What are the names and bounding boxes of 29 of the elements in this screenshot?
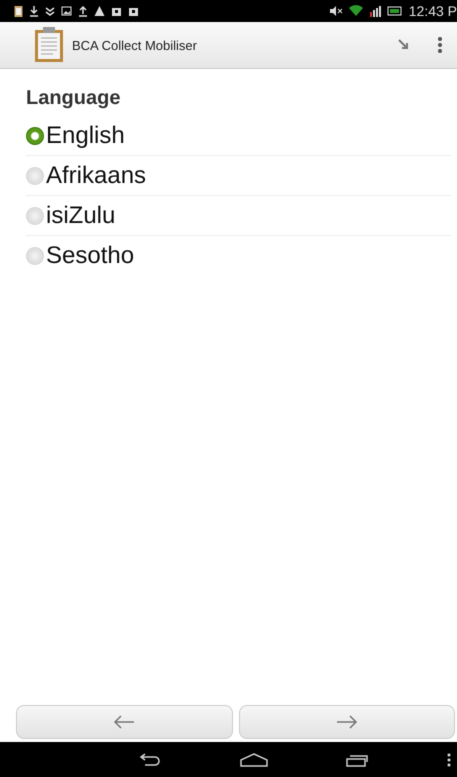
download-icon [29,5,39,17]
image-icon [61,5,72,17]
warning-icon [94,5,105,17]
recents-icon[interactable] [346,752,368,766]
battery-icon [386,5,403,17]
clipboard-icon [14,5,23,17]
signal-icon [368,5,381,17]
clock-time: 12:43 P [408,3,457,19]
option-label[interactable]: isiZulu [46,202,116,230]
option-label[interactable]: Sesotho [46,242,134,270]
overflow-menu-icon[interactable] [437,36,443,54]
right-arrow-icon [336,715,358,729]
back-icon[interactable] [138,752,161,766]
radio-button[interactable] [26,166,44,184]
radio-button[interactable] [26,206,44,224]
home-icon[interactable] [240,752,268,766]
radio-button[interactable] [26,126,44,144]
question-label: Language [26,87,122,110]
upload-icon [78,5,88,17]
radio-button[interactable] [26,246,44,264]
overflow-menu-icon[interactable] [447,752,451,766]
mute-icon [328,5,343,17]
left-arrow-icon [113,715,136,729]
option-label[interactable]: English [46,122,125,150]
app-title: BCA Collect Mobiliser [72,38,198,52]
wifi-icon [348,5,363,17]
clipboard-icon [34,27,64,63]
option-label[interactable]: Afrikaans [46,162,146,190]
chevron-icon [45,5,55,17]
